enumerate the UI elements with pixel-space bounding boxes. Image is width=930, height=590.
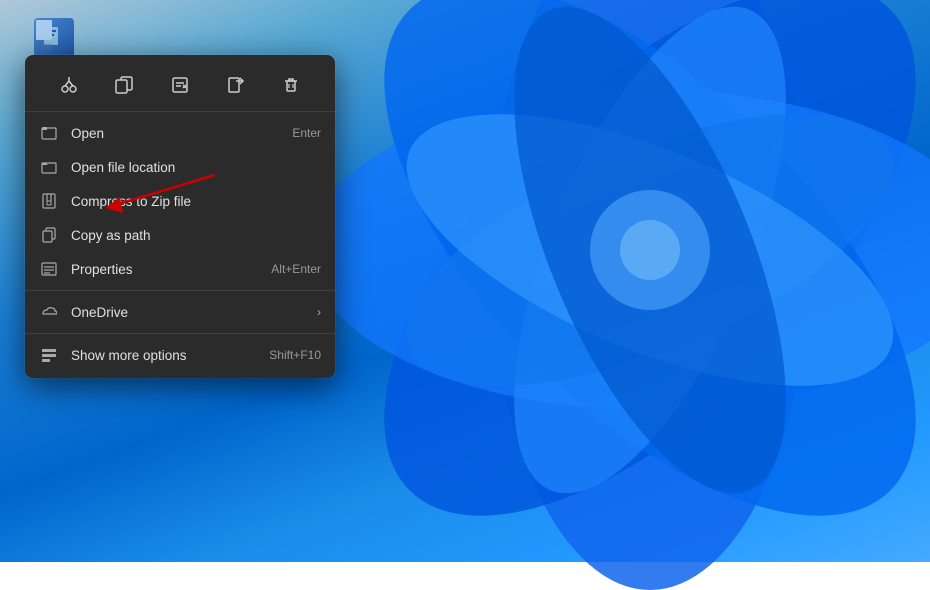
menu-item-open[interactable]: Open Enter [25, 116, 335, 150]
zip-icon [39, 191, 59, 211]
menu-item-properties[interactable]: Properties Alt+Enter [25, 252, 335, 286]
delete-icon [282, 76, 300, 94]
menu-item-onedrive[interactable]: OneDrive › [25, 295, 335, 329]
share-button[interactable] [218, 67, 254, 103]
rename-button[interactable] [162, 67, 198, 103]
context-toolbar [25, 61, 335, 112]
delete-button[interactable] [273, 67, 309, 103]
copy-path-icon [39, 225, 59, 245]
onedrive-label: OneDrive [71, 305, 313, 320]
open-shortcut: Enter [292, 126, 321, 140]
separator-1 [25, 290, 335, 291]
context-menu: Open Enter Open file location Compress t… [25, 55, 335, 378]
menu-item-compress[interactable]: Compress to Zip file [25, 184, 335, 218]
onedrive-arrow: › [317, 305, 321, 319]
properties-label: Properties [71, 262, 263, 277]
show-more-label: Show more options [71, 348, 261, 363]
menu-item-show-more[interactable]: Show more options Shift+F10 [25, 338, 335, 372]
share-icon [227, 76, 245, 94]
desktop-icon-image [34, 18, 74, 58]
cut-icon [60, 76, 78, 94]
open-label: Open [71, 126, 284, 141]
separator-2 [25, 333, 335, 334]
cut-button[interactable] [51, 67, 87, 103]
menu-item-copy-as-path[interactable]: Copy as path [25, 218, 335, 252]
open-file-location-label: Open file location [71, 160, 321, 175]
properties-shortcut: Alt+Enter [271, 262, 321, 276]
open-icon [39, 123, 59, 143]
properties-icon [39, 259, 59, 279]
show-more-shortcut: Shift+F10 [269, 348, 321, 362]
compress-label: Compress to Zip file [71, 194, 321, 209]
folder-icon [39, 157, 59, 177]
shortcut-icon [40, 24, 68, 52]
copy-as-path-label: Copy as path [71, 228, 321, 243]
copy-icon [115, 76, 133, 94]
rename-icon [171, 76, 189, 94]
wallpaper-bloom [310, 0, 930, 590]
more-icon [39, 345, 59, 365]
menu-item-open-file-location[interactable]: Open file location [25, 150, 335, 184]
copy-button[interactable] [106, 67, 142, 103]
onedrive-icon [39, 302, 59, 322]
